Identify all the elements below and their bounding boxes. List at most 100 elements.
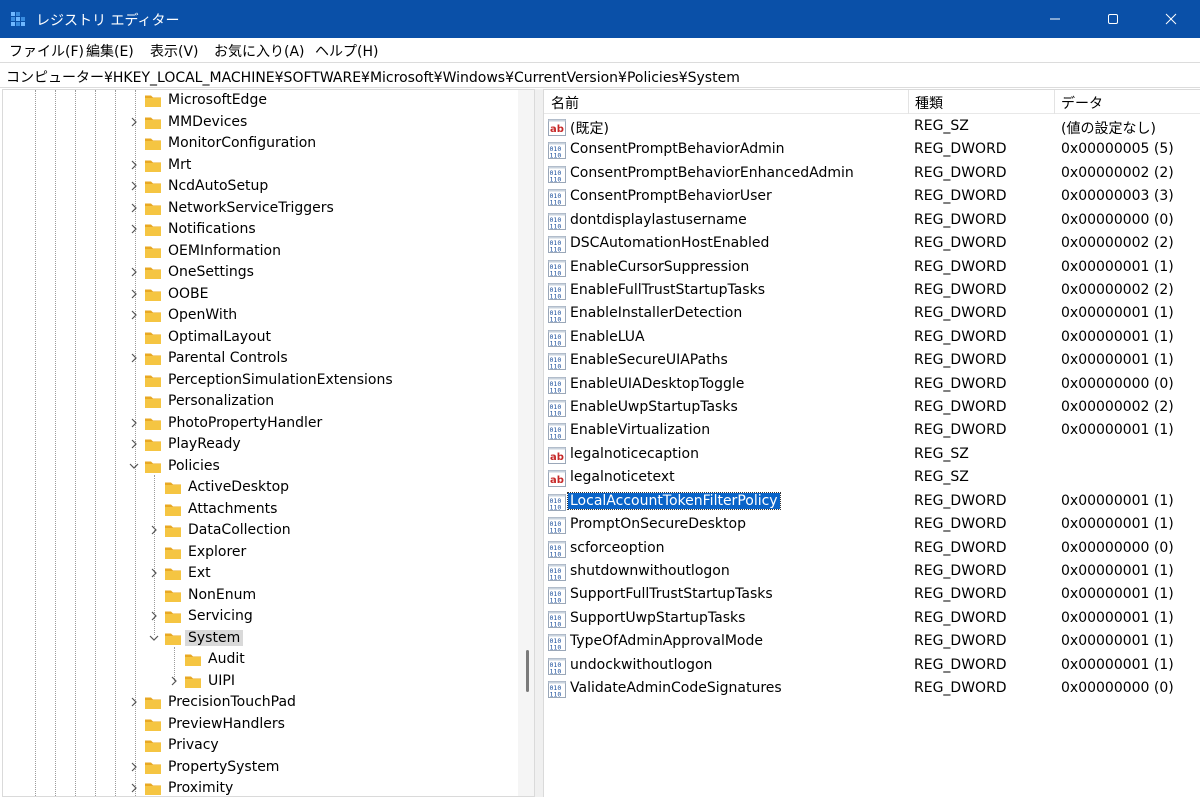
tree-item[interactable]: PrecisionTouchPad: [3, 692, 513, 714]
chevron-right-icon[interactable]: [148, 567, 160, 579]
pane-splitter[interactable]: [534, 89, 544, 797]
value-row[interactable]: 010 110 ConsentPromptBehaviorEnhancedAdmin…: [544, 163, 1200, 186]
address-path[interactable]: コンピューター¥HKEY_LOCAL_MACHINE¥SOFTWARE¥Micr…: [6, 67, 740, 87]
chevron-right-icon[interactable]: [128, 202, 140, 214]
tree-item[interactable]: DataCollection: [3, 520, 513, 542]
tree-item[interactable]: Privacy: [3, 735, 513, 757]
chevron-right-icon[interactable]: [128, 180, 140, 192]
tree-scroll-thumb[interactable]: [526, 650, 529, 692]
value-row[interactable]: ab legalnoticecaption REG_SZ: [544, 444, 1200, 467]
chevron-right-icon[interactable]: [128, 223, 140, 235]
chevron-right-icon[interactable]: [128, 309, 140, 321]
tree-item[interactable]: OOBE: [3, 284, 513, 306]
tree-item[interactable]: MicrosoftEdge: [3, 90, 513, 112]
svg-text:110: 110: [550, 527, 562, 535]
value-row[interactable]: 010 110 EnableInstallerDetection REG_DWORD 0…: [544, 303, 1200, 326]
value-row[interactable]: 010 110 ConsentPromptBehaviorUser REG_DWORD…: [544, 186, 1200, 209]
chevron-right-icon[interactable]: [128, 417, 140, 429]
tree-item[interactable]: OneSettings: [3, 262, 513, 284]
minimize-button[interactable]: [1026, 0, 1084, 38]
value-row[interactable]: ab (既定) REG_SZ (値の設定なし): [544, 116, 1200, 139]
chevron-right-icon[interactable]: [128, 438, 140, 450]
tree-item[interactable]: Policies: [3, 456, 513, 478]
column-divider[interactable]: [908, 90, 909, 114]
tree-item[interactable]: OptimalLayout: [3, 327, 513, 349]
value-row[interactable]: 010 110 DSCAutomationHostEnabled REG_DWORD 0…: [544, 233, 1200, 256]
tree-item[interactable]: NcdAutoSetup: [3, 176, 513, 198]
value-row[interactable]: 010 110 dontdisplaylastusername REG_DWORD 0x…: [544, 210, 1200, 233]
tree-item[interactable]: UIPI: [3, 671, 513, 693]
chevron-right-icon[interactable]: [148, 524, 160, 536]
tree-item[interactable]: Explorer: [3, 542, 513, 564]
value-row[interactable]: 010 110 ConsentPromptBehaviorAdmin REG_DWOR…: [544, 139, 1200, 162]
chevron-right-icon[interactable]: [128, 266, 140, 278]
chevron-right-icon[interactable]: [128, 761, 140, 773]
tree-item[interactable]: Personalization: [3, 391, 513, 413]
value-row[interactable]: 010 110 PromptOnSecureDesktop REG_DWORD 0x00…: [544, 514, 1200, 537]
tree-item[interactable]: MMDevices: [3, 112, 513, 134]
chevron-right-icon[interactable]: [128, 159, 140, 171]
tree-item[interactable]: Mrt: [3, 155, 513, 177]
tree-item[interactable]: Attachments: [3, 499, 513, 521]
menu-file[interactable]: ファイル(F): [9, 41, 84, 61]
menu-favorites[interactable]: お気に入り(A): [214, 41, 305, 61]
tree-item[interactable]: NetworkServiceTriggers: [3, 198, 513, 220]
tree-item[interactable]: Ext: [3, 563, 513, 585]
chevron-down-icon[interactable]: [148, 632, 160, 644]
menu-view[interactable]: 表示(V): [150, 41, 199, 61]
chevron-right-icon[interactable]: [148, 610, 160, 622]
column-name[interactable]: 名前: [551, 93, 579, 113]
close-button[interactable]: [1142, 0, 1200, 38]
value-row[interactable]: ab legalnoticetext REG_SZ: [544, 467, 1200, 490]
tree-item[interactable]: OEMInformation: [3, 241, 513, 263]
tree-item[interactable]: ActiveDesktop: [3, 477, 513, 499]
tree-item[interactable]: PhotoPropertyHandler: [3, 413, 513, 435]
value-row[interactable]: 010 110 undockwithoutlogon REG_DWORD 0x00000…: [544, 655, 1200, 678]
menu-help[interactable]: ヘルプ(H): [315, 41, 378, 61]
value-type: REG_DWORD: [914, 516, 1007, 533]
value-row[interactable]: 010 110 TypeOfAdminApprovalMode REG_DWORD 0x…: [544, 631, 1200, 654]
chevron-right-icon[interactable]: [128, 116, 140, 128]
value-row[interactable]: 010 110 EnableCursorSuppression REG_DWORD 0x…: [544, 257, 1200, 280]
tree-item[interactable]: Proximity: [3, 778, 513, 796]
chevron-down-icon[interactable]: [128, 460, 140, 472]
value-row[interactable]: 010 110 LocalAccountTokenFilterPolicy REG_D…: [544, 491, 1200, 514]
tree-item[interactable]: System: [3, 628, 513, 650]
column-data[interactable]: データ: [1061, 93, 1103, 113]
tree-item[interactable]: Notifications: [3, 219, 513, 241]
value-row[interactable]: 010 110 EnableFullTrustStartupTasks REG_DWO…: [544, 280, 1200, 303]
chevron-right-icon[interactable]: [128, 352, 140, 364]
value-row[interactable]: 010 110 ValidateAdminCodeSignatures REG_DWO…: [544, 678, 1200, 701]
tree-item[interactable]: PreviewHandlers: [3, 714, 513, 736]
tree-item[interactable]: Audit: [3, 649, 513, 671]
menu-edit[interactable]: 編集(E): [86, 41, 134, 61]
chevron-right-icon[interactable]: [168, 675, 180, 687]
values-pane: 名前 種類 データ ab (既定) REG_SZ (値の設定なし) 010 110 Cons…: [544, 89, 1200, 797]
value-row[interactable]: 010 110 EnableUwpStartupTasks REG_DWORD 0x00…: [544, 397, 1200, 420]
tree-item[interactable]: PerceptionSimulationExtensions: [3, 370, 513, 392]
value-row[interactable]: 010 110 EnableLUA REG_DWORD 0x00000001 (1): [544, 327, 1200, 350]
chevron-right-icon[interactable]: [128, 288, 140, 300]
address-bar[interactable]: コンピューター¥HKEY_LOCAL_MACHINE¥SOFTWARE¥Micr…: [0, 62, 1200, 88]
tree-item[interactable]: Parental Controls: [3, 348, 513, 370]
binary-value-icon: 010110: [548, 563, 566, 581]
tree-item[interactable]: PropertySystem: [3, 757, 513, 779]
value-row[interactable]: 010 110 EnableVirtualization REG_DWORD 0x000…: [544, 420, 1200, 443]
tree-item[interactable]: NonEnum: [3, 585, 513, 607]
column-divider[interactable]: [1054, 90, 1055, 114]
value-row[interactable]: 010 110 SupportUwpStartupTasks REG_DWORD 0x0…: [544, 608, 1200, 631]
value-row[interactable]: 010 110 shutdownwithoutlogon REG_DWORD 0x000…: [544, 561, 1200, 584]
value-row[interactable]: 010 110 scforceoption REG_DWORD 0x00000000 (…: [544, 538, 1200, 561]
chevron-right-icon[interactable]: [128, 696, 140, 708]
chevron-right-icon[interactable]: [128, 782, 140, 794]
tree-item[interactable]: MonitorConfiguration: [3, 133, 513, 155]
maximize-button[interactable]: [1084, 0, 1142, 38]
column-type[interactable]: 種類: [915, 93, 943, 113]
tree-item[interactable]: PlayReady: [3, 434, 513, 456]
value-row[interactable]: 010 110 EnableUIADesktopToggle REG_DWORD 0x0…: [544, 374, 1200, 397]
folder-icon: [145, 138, 161, 150]
tree-item[interactable]: Servicing: [3, 606, 513, 628]
value-row[interactable]: 010 110 EnableSecureUIAPaths REG_DWORD 0x000…: [544, 350, 1200, 373]
tree-item[interactable]: OpenWith: [3, 305, 513, 327]
value-row[interactable]: 010 110 SupportFullTrustStartupTasks REG_DW…: [544, 584, 1200, 607]
